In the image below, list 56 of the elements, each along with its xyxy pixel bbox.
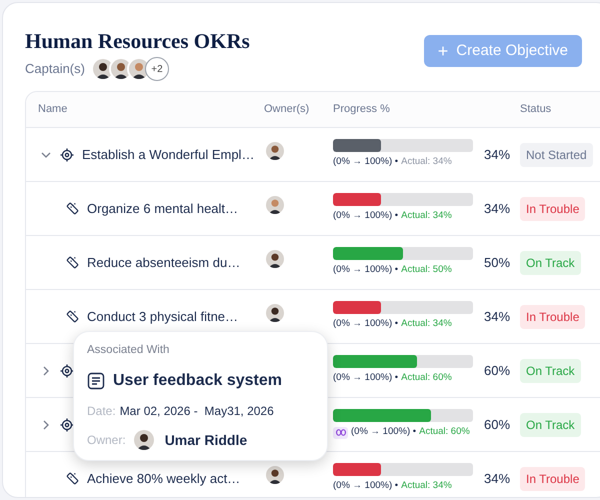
ruler-icon (66, 202, 79, 215)
status-badge: Not Started (520, 142, 593, 166)
ruler-icon (66, 256, 79, 269)
link-icon[interactable] (333, 426, 348, 438)
popover-heading: Associated With (87, 343, 170, 358)
target-icon (60, 364, 74, 378)
status-badge: In Trouble (520, 304, 586, 328)
progress-range: (0% → 100%) • (351, 425, 416, 440)
date-range: Mar 02, 2026 - May31, 2026 (120, 403, 274, 420)
actual-value: Actual: 34% (401, 317, 452, 332)
progress-percent: 34% (484, 308, 510, 326)
progress-range: (0% → 100%) • (333, 371, 398, 386)
status-badge: In Trouble (520, 466, 586, 490)
page-title: Human Resources OKRs (25, 28, 250, 55)
progress-range: (0% → 100%) • (333, 263, 398, 278)
actual-value: Actual: 34% (401, 209, 452, 224)
progress-range: (0% → 100%) • (333, 155, 398, 170)
column-header: Progress % (333, 103, 390, 116)
actual-value: Actual: 60% (419, 425, 470, 440)
progress-range: (0% → 100%) • (333, 317, 398, 332)
column-header: Name (38, 103, 68, 116)
status-badge: On Track (520, 358, 581, 382)
progress-percent: 34% (484, 146, 510, 164)
document-icon (87, 372, 105, 390)
owner-name: Umar Riddle (164, 430, 248, 450)
progress-percent: 60% (484, 416, 510, 434)
status-badge: On Track (520, 412, 581, 436)
progress-percent: 34% (484, 200, 510, 218)
column-header: Status (520, 103, 552, 116)
date-label: Date: (87, 403, 116, 420)
status-badge: On Track (520, 250, 581, 274)
objective-name[interactable]: Conduct 3 physical fitne… (87, 306, 238, 326)
ruler-icon (66, 310, 79, 323)
objective-name[interactable]: Organize 6 mental healt… (87, 198, 238, 218)
owner-label: Owner: (87, 432, 126, 450)
target-icon (60, 148, 74, 162)
ruler-icon (66, 472, 79, 485)
target-icon (60, 418, 74, 432)
plus-icon: + (438, 42, 448, 60)
actual-value: Actual: 34% (401, 479, 452, 494)
progress-range: (0% → 100%) • (333, 479, 398, 494)
status-badge: In Trouble (520, 196, 586, 220)
progress-range: (0% → 100%) • (333, 209, 398, 224)
objective-name[interactable]: Reduce absenteeism du… (87, 252, 240, 272)
progress-percent: 34% (484, 470, 510, 488)
actual-value: Actual: 34% (401, 155, 452, 170)
actual-value: Actual: 50% (401, 263, 452, 278)
progress-percent: 60% (484, 362, 510, 380)
actual-value: Actual: 60% (401, 371, 452, 386)
column-header: Owner(s) (264, 103, 310, 116)
popover-title: User feedback system (113, 371, 282, 392)
objective-name[interactable]: Establish a Wonderful Empl… (82, 144, 254, 164)
objective-name[interactable]: Achieve 80% weekly act… (87, 468, 240, 488)
more-captains-badge: +2 (144, 57, 169, 81)
progress-percent: 50% (484, 254, 510, 272)
captains-label: Captain(s) (25, 60, 85, 78)
